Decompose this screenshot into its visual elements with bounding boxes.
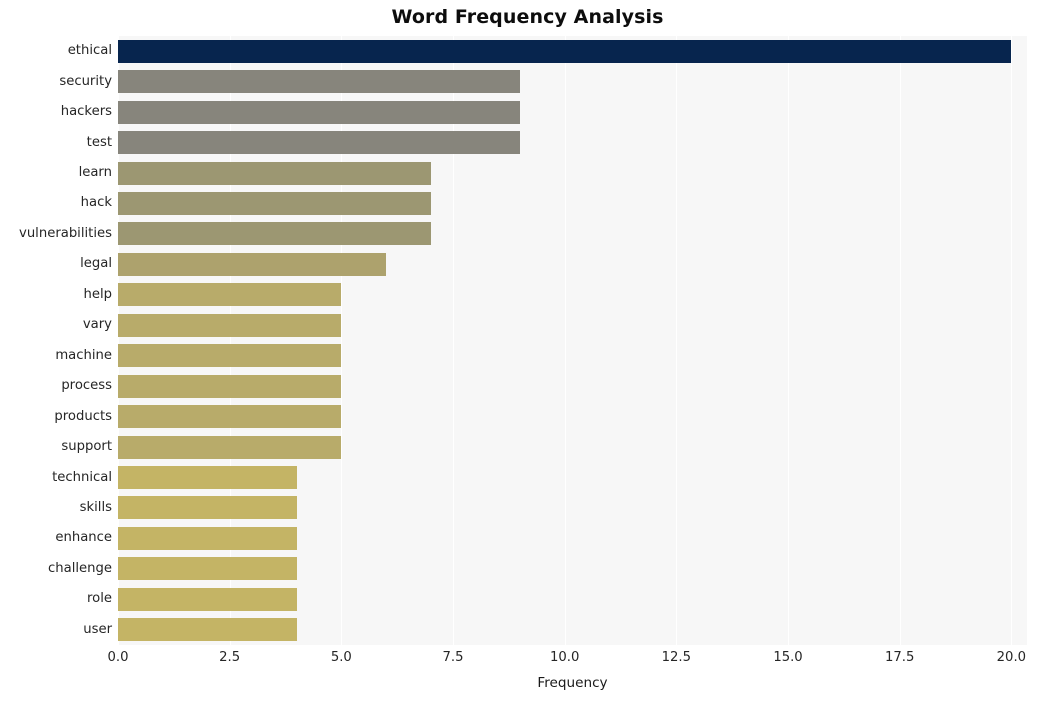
bar <box>118 131 520 155</box>
y-tick-label: hackers <box>60 104 112 120</box>
x-tick-label: 12.5 <box>661 650 692 665</box>
x-tick-label: 2.5 <box>219 650 241 665</box>
bar <box>118 435 342 459</box>
chart-figure: Word Frequency Analysis ethical security h… <box>0 0 1055 701</box>
y-tick-label: legal <box>80 256 112 272</box>
bar <box>118 222 431 246</box>
y-tick-label: enhance <box>55 530 112 546</box>
y-tick-label: vulnerabilities <box>19 225 112 241</box>
bar <box>118 557 297 581</box>
y-tick-label: security <box>59 73 112 89</box>
y-tick-label: challenge <box>48 560 112 576</box>
bar <box>118 100 520 124</box>
bar <box>118 252 386 276</box>
x-tick-label: 0.0 <box>107 650 129 665</box>
bar <box>118 466 297 490</box>
y-tick-label: process <box>61 378 112 394</box>
bar <box>118 283 342 307</box>
x-tick-label: 20.0 <box>996 650 1027 665</box>
bar <box>118 39 1012 63</box>
bar <box>118 191 431 215</box>
bar <box>118 374 342 398</box>
bars-layer <box>118 36 1027 645</box>
y-tick-label: vary <box>82 317 112 333</box>
x-tick-label: 17.5 <box>885 650 915 665</box>
y-tick-label: hack <box>80 195 112 211</box>
y-tick-label: skills <box>79 499 112 515</box>
y-tick-label: test <box>86 134 112 150</box>
y-tick-label: technical <box>52 469 112 485</box>
bar <box>118 313 342 337</box>
bar <box>118 526 297 550</box>
x-tick-label: 15.0 <box>773 650 803 665</box>
bar <box>118 70 520 94</box>
x-axis-title: Frequency <box>537 675 608 691</box>
y-tick-label: help <box>83 286 112 302</box>
bar <box>118 618 297 642</box>
bar <box>118 344 342 368</box>
x-tick-label: 7.5 <box>442 650 464 665</box>
y-tick-label: machine <box>55 347 112 363</box>
chart-title: Word Frequency Analysis <box>391 6 664 28</box>
y-axis-tick-labels: ethical security hackers test learn hack vulne… <box>0 36 112 645</box>
x-tick-label: 10.0 <box>549 650 580 665</box>
y-tick-label: ethical <box>67 43 112 59</box>
bar <box>118 587 297 611</box>
bar <box>118 496 297 520</box>
y-tick-label: user <box>83 621 112 637</box>
plot-area <box>118 36 1027 645</box>
x-tick-label: 5.0 <box>330 650 352 665</box>
x-axis-tick-labels: 0.0 2.5 5.0 7.5 10.0 12.5 15.0 17.5 20.0 <box>108 650 1027 670</box>
y-tick-label: products <box>54 408 112 424</box>
y-tick-label: learn <box>78 165 112 181</box>
y-tick-label: support <box>61 439 112 455</box>
bar <box>118 405 342 429</box>
bar <box>118 161 431 185</box>
y-tick-label: role <box>87 591 112 607</box>
